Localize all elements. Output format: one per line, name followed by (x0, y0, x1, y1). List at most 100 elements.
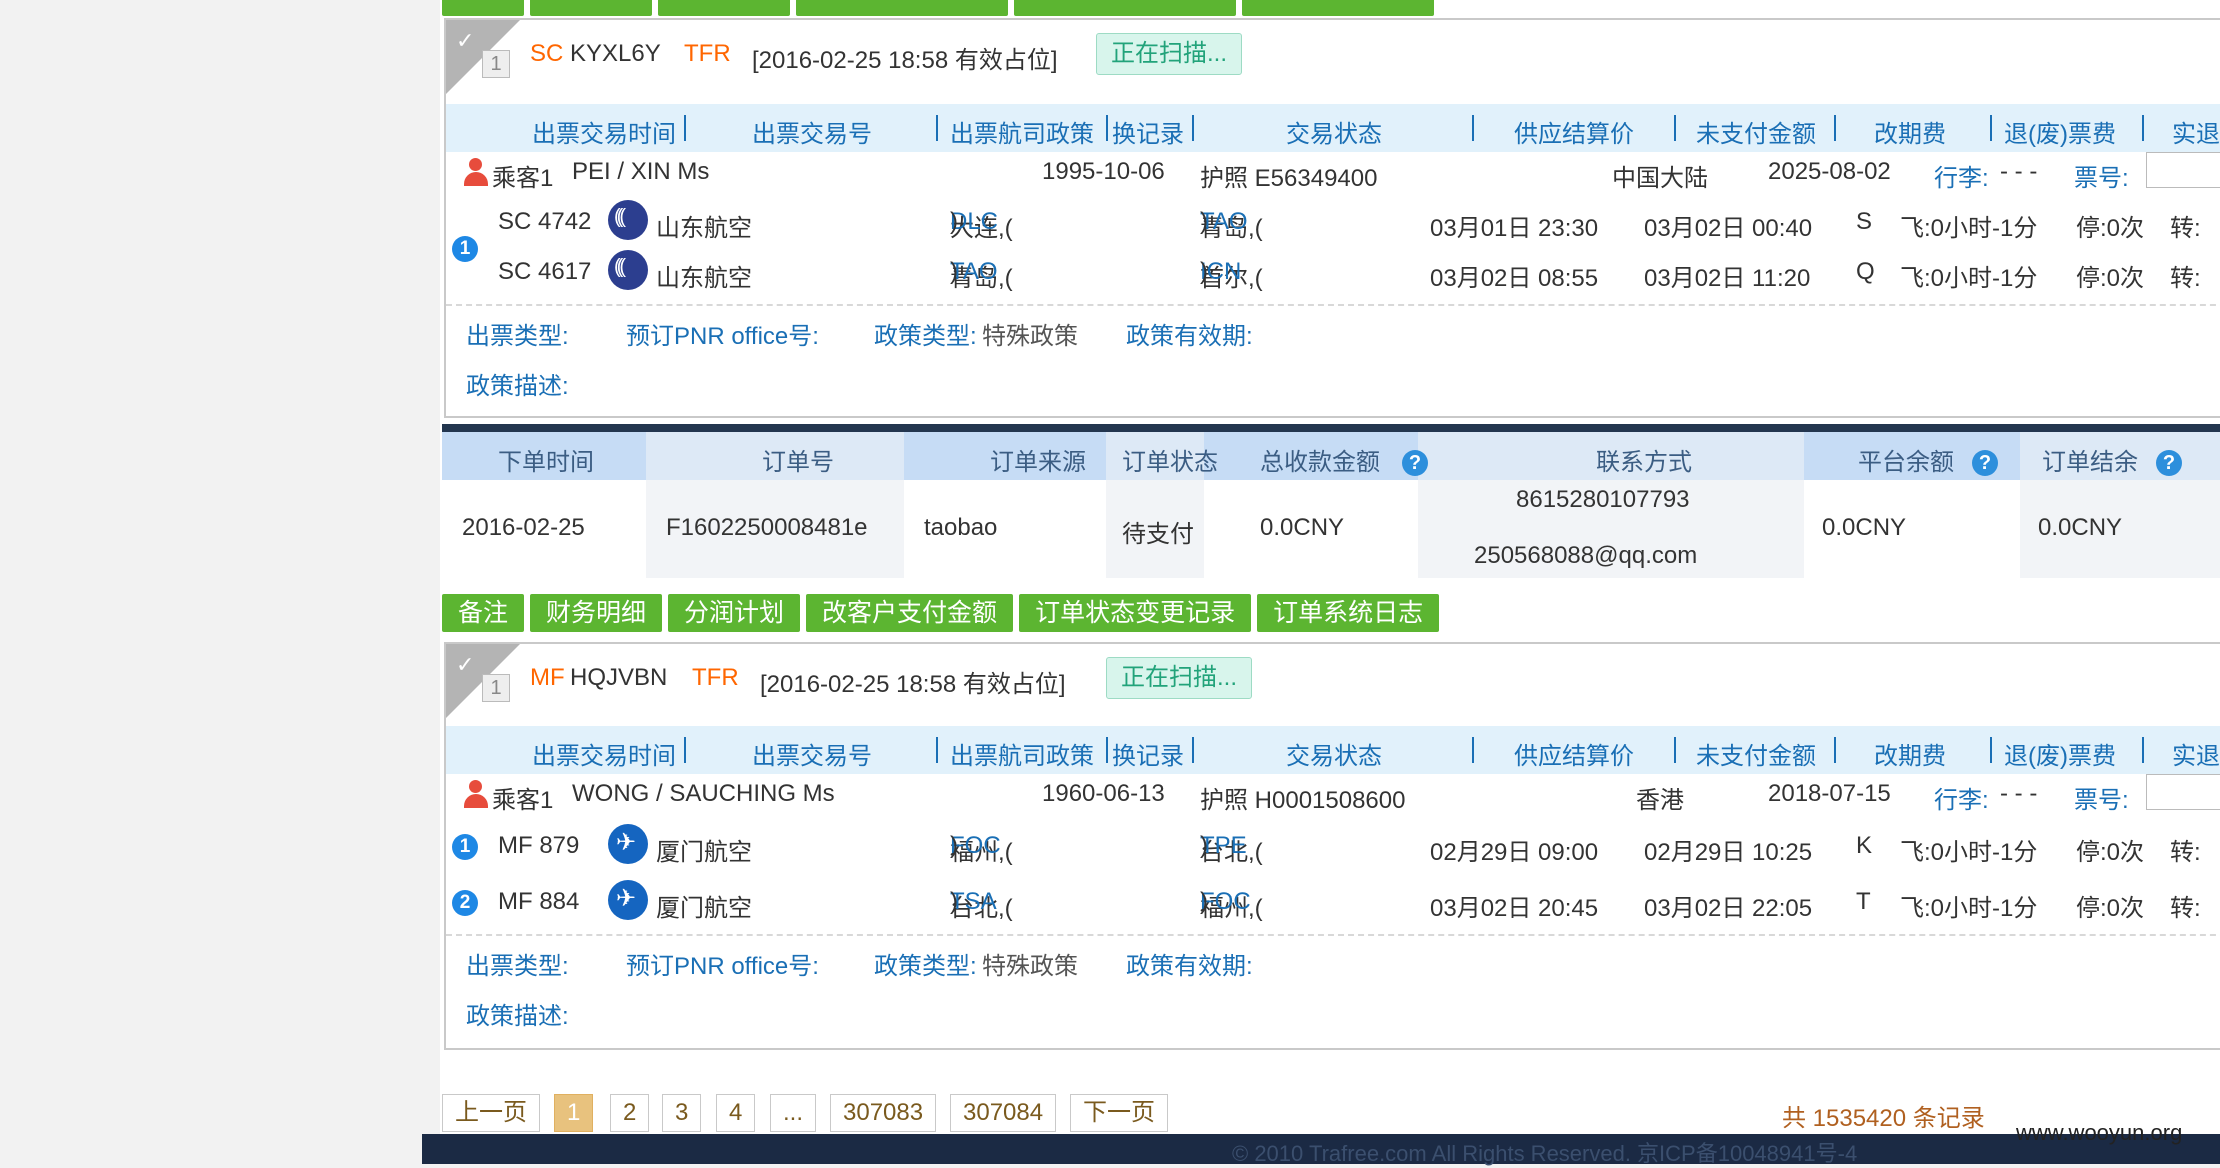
action-button[interactable] (442, 0, 524, 16)
flight-duration: 飞:0小时-1分 (1900, 895, 2038, 922)
order-id[interactable]: F1602250008481e (666, 514, 868, 542)
help-icon[interactable]: ? (1402, 450, 1428, 476)
stops: 停:0次 (2076, 215, 2145, 242)
cabin: T (1856, 888, 1871, 915)
flight-duration: 飞:0小时-1分 (1900, 215, 2038, 242)
edit-payment-button[interactable]: 改客户支付金额 (806, 594, 1014, 632)
scan-status-button[interactable]: 正在扫描... (1106, 657, 1253, 699)
passenger-icon (462, 158, 488, 186)
action-button[interactable] (658, 0, 790, 16)
action-button[interactable] (530, 0, 652, 16)
col-header: 订单状态 (1122, 449, 1218, 476)
col-header: 订单号 (762, 449, 834, 476)
birth-date: 1960-06-13 (1042, 780, 1165, 807)
next-page-button[interactable]: 下一页 (1070, 1094, 1168, 1132)
nationality: 香港 (1636, 787, 1684, 814)
main-content: ✓ 1 SC KYXL6Y TFR [2016-02-25 18:58 有效占位… (440, 0, 2220, 1164)
birth-date: 1995-10-06 (1042, 158, 1165, 185)
transfer: 转: (2170, 215, 2201, 242)
order-time: 2016-02-25 (462, 514, 585, 541)
page-button[interactable]: 307083 (830, 1094, 937, 1132)
col-header: 交易状态 (1286, 743, 1382, 770)
ticket-number-input[interactable] (2146, 774, 2220, 810)
scan-status-button[interactable]: 正在扫描... (1096, 33, 1243, 75)
policy-validity-label: 政策有效期: (1126, 953, 1253, 980)
pnr-code: HQJVBN (570, 664, 668, 691)
ticket-index: 1 (482, 674, 510, 702)
col-header: 供应结算价 (1514, 121, 1634, 148)
time-note: [2016-02-25 18:58 有效占位] (752, 47, 1058, 74)
ticket-index: 1 (482, 50, 510, 78)
passenger-label: 乘客1 (492, 787, 554, 814)
ticket-type-label: 出票类型: (466, 323, 569, 350)
policy-desc-label: 政策描述: (466, 1003, 569, 1030)
col-header: 下单时间 (498, 449, 594, 476)
help-icon[interactable]: ? (1972, 450, 1998, 476)
passport: 护照 H0001508600 (1200, 787, 1406, 814)
ticket-number-input[interactable] (2146, 152, 2220, 188)
shandong-airlines-logo-icon (608, 200, 648, 240)
stops: 停:0次 (2076, 839, 2145, 866)
footer: © 2010 Trafree.com All Rights Reserved. … (422, 1134, 2220, 1166)
action-button[interactable] (796, 0, 1008, 16)
passport: 护照 E56349400 (1200, 165, 1378, 192)
ticket-number-label: 票号: (2074, 165, 2129, 192)
remark-button[interactable]: 备注 (442, 594, 525, 632)
col-header: 订单结余 (2042, 449, 2138, 476)
check-icon: ✓ (456, 652, 475, 677)
flight-duration: 飞:0小时-1分 (1900, 265, 2038, 292)
page-button[interactable]: 3 (662, 1094, 702, 1132)
col-header: 总收款金额 (1260, 449, 1380, 476)
arrival-time: 03月02日 11:20 (1644, 265, 1811, 292)
watermark: www.wooyun.org (2016, 1120, 2183, 1145)
finance-detail-button[interactable]: 财务明细 (530, 594, 663, 632)
departure-time: 03月02日 20:45 (1430, 895, 1599, 922)
profit-plan-button[interactable]: 分润计划 (668, 594, 801, 632)
col-header: 改期费 (1874, 121, 1946, 148)
col-header: 未支付金额 (1696, 121, 1816, 148)
xiamen-airlines-logo-icon (608, 824, 648, 864)
action-button[interactable] (1014, 0, 1236, 16)
col-header: 实退 (2172, 121, 2220, 148)
help-icon[interactable]: ? (2156, 450, 2182, 476)
arrival-time: 03月02日 22:05 (1644, 895, 1813, 922)
col-header: 出票航司政策 (950, 743, 1094, 770)
page-button[interactable]: 307084 (950, 1094, 1057, 1132)
status-history-button[interactable]: 订单状态变更记录 (1019, 594, 1252, 632)
policy-validity-label: 政策有效期: (1126, 323, 1253, 350)
page-button[interactable]: 2 (610, 1094, 650, 1132)
airline-name: 厦门航空 (656, 839, 752, 866)
ticket-type-label: 出票类型: (466, 953, 569, 980)
policy-type-label: 政策类型: (874, 953, 977, 980)
segment-badge: 1 (452, 236, 478, 262)
segment-badge: 1 (452, 834, 478, 860)
passport-expiry: 2018-07-15 (1768, 780, 1891, 807)
flight-number: MF 884 (498, 888, 580, 915)
segment-badge: 2 (452, 890, 478, 916)
prev-page-button[interactable]: 上一页 (442, 1094, 540, 1132)
trip-type: TFR (692, 664, 739, 691)
shandong-airlines-logo-icon (608, 250, 648, 290)
ticket-table-header: 出票交易时间 出票交易号 出票航司政策 换记录 交易状态 供应结算价 未支付金额… (446, 726, 2220, 774)
col-header: 出票交易时间 (532, 121, 676, 148)
airline-name: 山东航空 (656, 265, 752, 292)
divider (446, 934, 2220, 936)
col-header: 换记录 (1112, 743, 1184, 770)
cabin: S (1856, 208, 1873, 235)
passenger-icon (462, 780, 488, 808)
flight-number: SC 4617 (498, 258, 592, 285)
action-button[interactable] (1242, 0, 1434, 16)
contact-phone: 8615280107793 (1516, 486, 1690, 513)
contact-email: 250568088@qq.com (1474, 542, 1698, 569)
system-log-button[interactable]: 订单系统日志 (1257, 594, 1440, 632)
airline-name: 山东航空 (656, 215, 752, 242)
page-button[interactable]: 4 (716, 1094, 756, 1132)
order-total: 0.0CNY (1260, 514, 1345, 541)
transfer: 转: (2170, 839, 2201, 866)
time-note: [2016-02-25 18:58 有效占位] (760, 671, 1066, 698)
col-header: 出票交易号 (752, 743, 872, 770)
page-button-current[interactable]: 1 (554, 1094, 594, 1132)
col-header: 交易状态 (1286, 121, 1382, 148)
col-header: 出票交易时间 (532, 743, 676, 770)
policy-desc-label: 政策描述: (466, 373, 569, 400)
